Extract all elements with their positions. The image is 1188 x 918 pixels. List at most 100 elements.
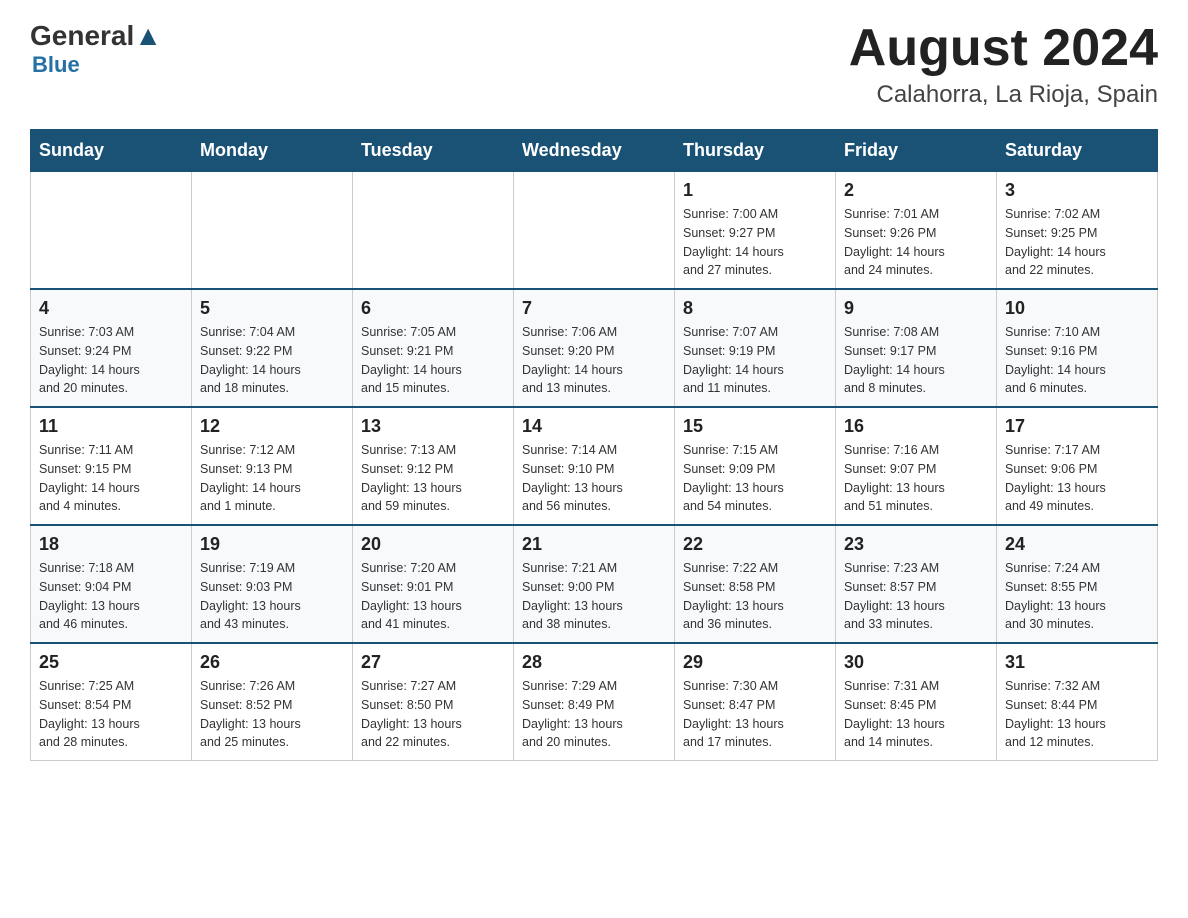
day-number: 28 [522,652,666,673]
day-info: Sunrise: 7:18 AMSunset: 9:04 PMDaylight:… [39,559,183,634]
day-number: 10 [1005,298,1149,319]
day-info: Sunrise: 7:22 AMSunset: 8:58 PMDaylight:… [683,559,827,634]
day-info: Sunrise: 7:19 AMSunset: 9:03 PMDaylight:… [200,559,344,634]
day-info: Sunrise: 7:12 AMSunset: 9:13 PMDaylight:… [200,441,344,516]
day-info: Sunrise: 7:10 AMSunset: 9:16 PMDaylight:… [1005,323,1149,398]
day-number: 8 [683,298,827,319]
page-header: General ▲ Blue August 2024 Calahorra, La… [30,20,1158,109]
calendar-cell: 29Sunrise: 7:30 AMSunset: 8:47 PMDayligh… [675,643,836,761]
day-info: Sunrise: 7:04 AMSunset: 9:22 PMDaylight:… [200,323,344,398]
calendar-cell: 10 Sunrise: 7:10 AMSunset: 9:16 PMDayligh… [997,289,1158,407]
calendar-table: SundayMondayTuesdayWednesdayThursdayFrid… [30,129,1158,761]
day-info: Sunrise: 7:06 AMSunset: 9:20 PMDaylight:… [522,323,666,398]
day-number: 17 [1005,416,1149,437]
day-number: 31 [1005,652,1149,673]
calendar-cell: 28 Sunrise: 7:29 AMSunset: 8:49 PMDayligh… [514,643,675,761]
calendar-cell: 20 Sunrise: 7:20 AMSunset: 9:01 PMDayligh… [353,525,514,643]
day-number: 14 [522,416,666,437]
calendar-cell: 25 Sunrise: 7:25 AMSunset: 8:54 PMDayligh… [31,643,192,761]
weekday-header-saturday: Saturday [997,130,1158,172]
calendar-cell: 6 Sunrise: 7:05 AMSunset: 9:21 PMDaylight… [353,289,514,407]
day-info: Sunrise: 7:24 AMSunset: 8:55 PMDaylight:… [1005,559,1149,634]
day-number: 3 [1005,180,1149,201]
calendar-cell: 15 Sunrise: 7:15 AMSunset: 9:09 PMDayligh… [675,407,836,525]
day-info: Sunrise: 7:16 AMSunset: 9:07 PMDaylight:… [844,441,988,516]
day-number: 29 [683,652,827,673]
calendar-week-row: 4 Sunrise: 7:03 AMSunset: 9:24 PMDaylight… [31,289,1158,407]
calendar-header-row: SundayMondayTuesdayWednesdayThursdayFrid… [31,130,1158,172]
calendar-cell: 30 Sunrise: 7:31 AMSunset: 8:45 PMDayligh… [836,643,997,761]
day-number: 16 [844,416,988,437]
calendar-cell: 5 Sunrise: 7:04 AMSunset: 9:22 PMDaylight… [192,289,353,407]
day-number: 15 [683,416,827,437]
day-number: 26 [200,652,344,673]
day-info: Sunrise: 7:13 AMSunset: 9:12 PMDaylight:… [361,441,505,516]
day-info: Sunrise: 7:23 AMSunset: 8:57 PMDaylight:… [844,559,988,634]
day-info: Sunrise: 7:02 AMSunset: 9:25 PMDaylight:… [1005,205,1149,280]
calendar-cell: 31 Sunrise: 7:32 AMSunset: 8:44 PMDayligh… [997,643,1158,761]
day-number: 20 [361,534,505,555]
day-number: 12 [200,416,344,437]
calendar-cell: 4 Sunrise: 7:03 AMSunset: 9:24 PMDaylight… [31,289,192,407]
calendar-cell: 8 Sunrise: 7:07 AMSunset: 9:19 PMDaylight… [675,289,836,407]
weekday-header-thursday: Thursday [675,130,836,172]
day-info: Sunrise: 7:27 AMSunset: 8:50 PMDaylight:… [361,677,505,752]
weekday-header-monday: Monday [192,130,353,172]
calendar-cell: 17Sunrise: 7:17 AMSunset: 9:06 PMDayligh… [997,407,1158,525]
day-number: 2 [844,180,988,201]
calendar-cell: 24Sunrise: 7:24 AMSunset: 8:55 PMDayligh… [997,525,1158,643]
calendar-cell: 3 Sunrise: 7:02 AMSunset: 9:25 PMDaylight… [997,172,1158,290]
day-number: 18 [39,534,183,555]
day-number: 4 [39,298,183,319]
day-number: 7 [522,298,666,319]
day-info: Sunrise: 7:08 AMSunset: 9:17 PMDaylight:… [844,323,988,398]
logo: General ▲ Blue [30,20,162,78]
day-number: 23 [844,534,988,555]
month-title: August 2024 [849,20,1158,77]
calendar-cell: 27Sunrise: 7:27 AMSunset: 8:50 PMDayligh… [353,643,514,761]
day-info: Sunrise: 7:25 AMSunset: 8:54 PMDaylight:… [39,677,183,752]
weekday-header-sunday: Sunday [31,130,192,172]
day-info: Sunrise: 7:29 AMSunset: 8:49 PMDaylight:… [522,677,666,752]
location-title: Calahorra, La Rioja, Spain [849,81,1158,109]
day-info: Sunrise: 7:26 AMSunset: 8:52 PMDaylight:… [200,677,344,752]
day-info: Sunrise: 7:05 AMSunset: 9:21 PMDaylight:… [361,323,505,398]
calendar-cell: 18 Sunrise: 7:18 AMSunset: 9:04 PMDayligh… [31,525,192,643]
day-info: Sunrise: 7:21 AMSunset: 9:00 PMDaylight:… [522,559,666,634]
day-info: Sunrise: 7:15 AMSunset: 9:09 PMDaylight:… [683,441,827,516]
weekday-header-friday: Friday [836,130,997,172]
day-number: 25 [39,652,183,673]
calendar-cell [514,172,675,290]
calendar-cell [31,172,192,290]
day-info: Sunrise: 7:14 AMSunset: 9:10 PMDaylight:… [522,441,666,516]
calendar-cell: 13Sunrise: 7:13 AMSunset: 9:12 PMDayligh… [353,407,514,525]
calendar-week-row: 18 Sunrise: 7:18 AMSunset: 9:04 PMDayligh… [31,525,1158,643]
day-info: Sunrise: 7:00 AMSunset: 9:27 PMDaylight:… [683,205,827,280]
day-info: Sunrise: 7:31 AMSunset: 8:45 PMDaylight:… [844,677,988,752]
day-number: 5 [200,298,344,319]
day-number: 9 [844,298,988,319]
day-info: Sunrise: 7:07 AMSunset: 9:19 PMDaylight:… [683,323,827,398]
day-number: 19 [200,534,344,555]
day-info: Sunrise: 7:32 AMSunset: 8:44 PMDaylight:… [1005,677,1149,752]
calendar-cell: 26 Sunrise: 7:26 AMSunset: 8:52 PMDayligh… [192,643,353,761]
calendar-cell: 9 Sunrise: 7:08 AMSunset: 9:17 PMDaylight… [836,289,997,407]
weekday-header-wednesday: Wednesday [514,130,675,172]
calendar-cell [192,172,353,290]
day-number: 30 [844,652,988,673]
calendar-cell: 23 Sunrise: 7:23 AMSunset: 8:57 PMDayligh… [836,525,997,643]
calendar-week-row: 11Sunrise: 7:11 AMSunset: 9:15 PMDayligh… [31,407,1158,525]
calendar-cell: 21Sunrise: 7:21 AMSunset: 9:00 PMDayligh… [514,525,675,643]
calendar-cell: 2Sunrise: 7:01 AMSunset: 9:26 PMDaylight… [836,172,997,290]
calendar-cell: 22 Sunrise: 7:22 AMSunset: 8:58 PMDayligh… [675,525,836,643]
day-number: 22 [683,534,827,555]
day-info: Sunrise: 7:20 AMSunset: 9:01 PMDaylight:… [361,559,505,634]
calendar-cell: 11Sunrise: 7:11 AMSunset: 9:15 PMDayligh… [31,407,192,525]
calendar-week-row: 25 Sunrise: 7:25 AMSunset: 8:54 PMDayligh… [31,643,1158,761]
day-info: Sunrise: 7:11 AMSunset: 9:15 PMDaylight:… [39,441,183,516]
weekday-header-tuesday: Tuesday [353,130,514,172]
day-info: Sunrise: 7:03 AMSunset: 9:24 PMDaylight:… [39,323,183,398]
day-number: 6 [361,298,505,319]
logo-general-text: General [30,20,134,52]
calendar-cell: 1Sunrise: 7:00 AMSunset: 9:27 PMDaylight… [675,172,836,290]
